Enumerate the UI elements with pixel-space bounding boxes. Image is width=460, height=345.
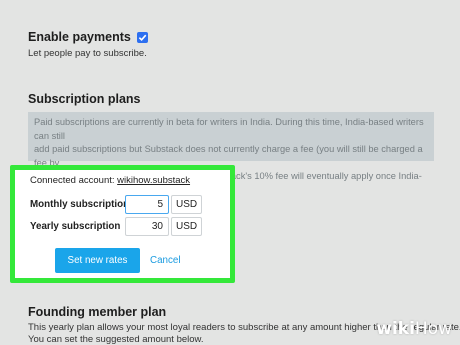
yearly-price-input[interactable]: 30 xyxy=(125,217,169,236)
connected-account-label: Connected account: xyxy=(30,175,115,186)
beta-notice: Paid subscriptions are currently in beta… xyxy=(28,112,434,208)
notice-line: Paid subscriptions are currently in beta… xyxy=(34,117,424,141)
monthly-price-input[interactable]: 5 xyxy=(125,195,169,214)
enable-payments-checkbox[interactable] xyxy=(136,31,148,43)
connected-account-link[interactable]: wikihow.substack xyxy=(117,175,190,186)
enable-payments-title: Enable payments xyxy=(28,30,131,44)
checkmark-icon xyxy=(138,34,147,41)
founding-description-line: You can set the suggested amount below. xyxy=(28,334,204,345)
subscription-plans-title: Subscription plans xyxy=(28,92,141,106)
founding-member-title: Founding member plan xyxy=(28,305,167,319)
connected-account-row: Connected account: wikihow.substack xyxy=(30,175,190,186)
monthly-subscription-label: Monthly subscription xyxy=(30,199,130,210)
watermark-suffix: How xyxy=(414,319,452,339)
monthly-currency: USD xyxy=(171,195,203,214)
enable-payments-description: Let people pay to subscribe. xyxy=(28,48,147,59)
set-new-rates-button[interactable]: Set new rates xyxy=(55,248,140,273)
yearly-subscription-label: Yearly subscription xyxy=(30,221,121,232)
wikihow-watermark: wikiHow xyxy=(376,319,452,339)
watermark-brand: wiki xyxy=(376,319,415,339)
yearly-currency: USD xyxy=(171,217,203,236)
enable-payments-row: Enable payments xyxy=(28,30,148,44)
cancel-button[interactable]: Cancel xyxy=(150,255,181,266)
